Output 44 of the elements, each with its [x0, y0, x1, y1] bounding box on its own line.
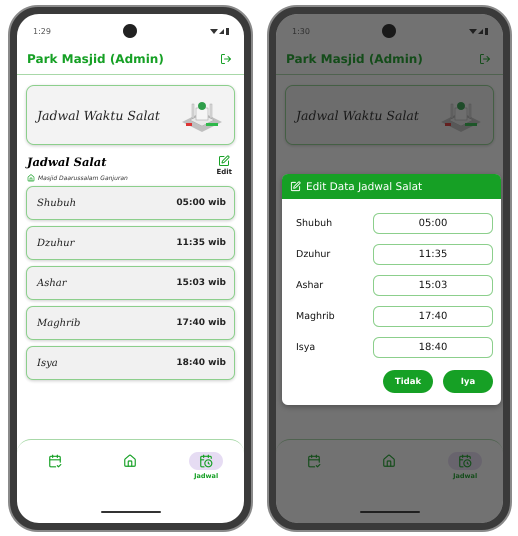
- logout-icon[interactable]: [479, 53, 491, 65]
- prayer-name: Isya: [37, 358, 58, 368]
- time-input[interactable]: 17:40: [373, 306, 493, 327]
- time-input[interactable]: 15:03: [373, 275, 493, 296]
- field-label: Isya: [296, 342, 316, 353]
- prayer-time: 18:40 wib: [176, 358, 226, 368]
- home-icon: [123, 454, 138, 468]
- field-label: Maghrib: [296, 311, 335, 322]
- prayer-name: Maghrib: [37, 318, 80, 328]
- time-input[interactable]: 18:40: [373, 337, 493, 358]
- prayer-name: Ashar: [37, 278, 67, 288]
- hero-title: Jadwal Waktu Salat: [37, 108, 160, 122]
- schedule-title: Jadwal Salat: [27, 155, 108, 169]
- home-icon: [27, 174, 35, 182]
- dialog-title: Edit Data Jadwal Salat: [306, 180, 422, 192]
- app-title: Park Masjid (Admin): [27, 52, 164, 66]
- edit-icon: [290, 181, 301, 192]
- hero-title: Jadwal Waktu Salat: [296, 108, 419, 122]
- time-input[interactable]: 11:35: [373, 244, 493, 265]
- calendar-icon: [48, 454, 62, 468]
- prayer-time: 05:00 wib: [176, 198, 226, 208]
- prayer-name: Shubuh: [37, 198, 76, 208]
- camera-dot: [123, 24, 138, 38]
- status-time: 1:30: [292, 26, 310, 36]
- home-icon: [382, 454, 396, 468]
- signal-battery-icon: [210, 28, 230, 34]
- prayer-name: Dzuhur: [37, 238, 74, 248]
- prayer-time: 11:35 wib: [176, 238, 226, 248]
- camera-dot: [382, 24, 396, 38]
- home-indicator: [100, 510, 160, 513]
- signal-battery-icon: [469, 28, 489, 34]
- home-indicator: [360, 510, 420, 513]
- field-label: Dzuhur: [296, 249, 330, 260]
- calendar-icon: [306, 454, 321, 468]
- calendar-clock-icon: [458, 454, 472, 468]
- time-input[interactable]: 05:00: [373, 213, 493, 234]
- prayer-time: 15:03 wib: [176, 278, 226, 288]
- field-label: Ashar: [296, 280, 324, 291]
- prayer-time: 17:40 wib: [176, 318, 226, 328]
- field-label: Shubuh: [296, 218, 332, 229]
- calendar-clock-icon: [199, 454, 214, 468]
- app-title: Park Masjid (Admin): [286, 52, 423, 66]
- logout-icon[interactable]: [220, 53, 232, 65]
- status-time: 1:29: [33, 26, 51, 36]
